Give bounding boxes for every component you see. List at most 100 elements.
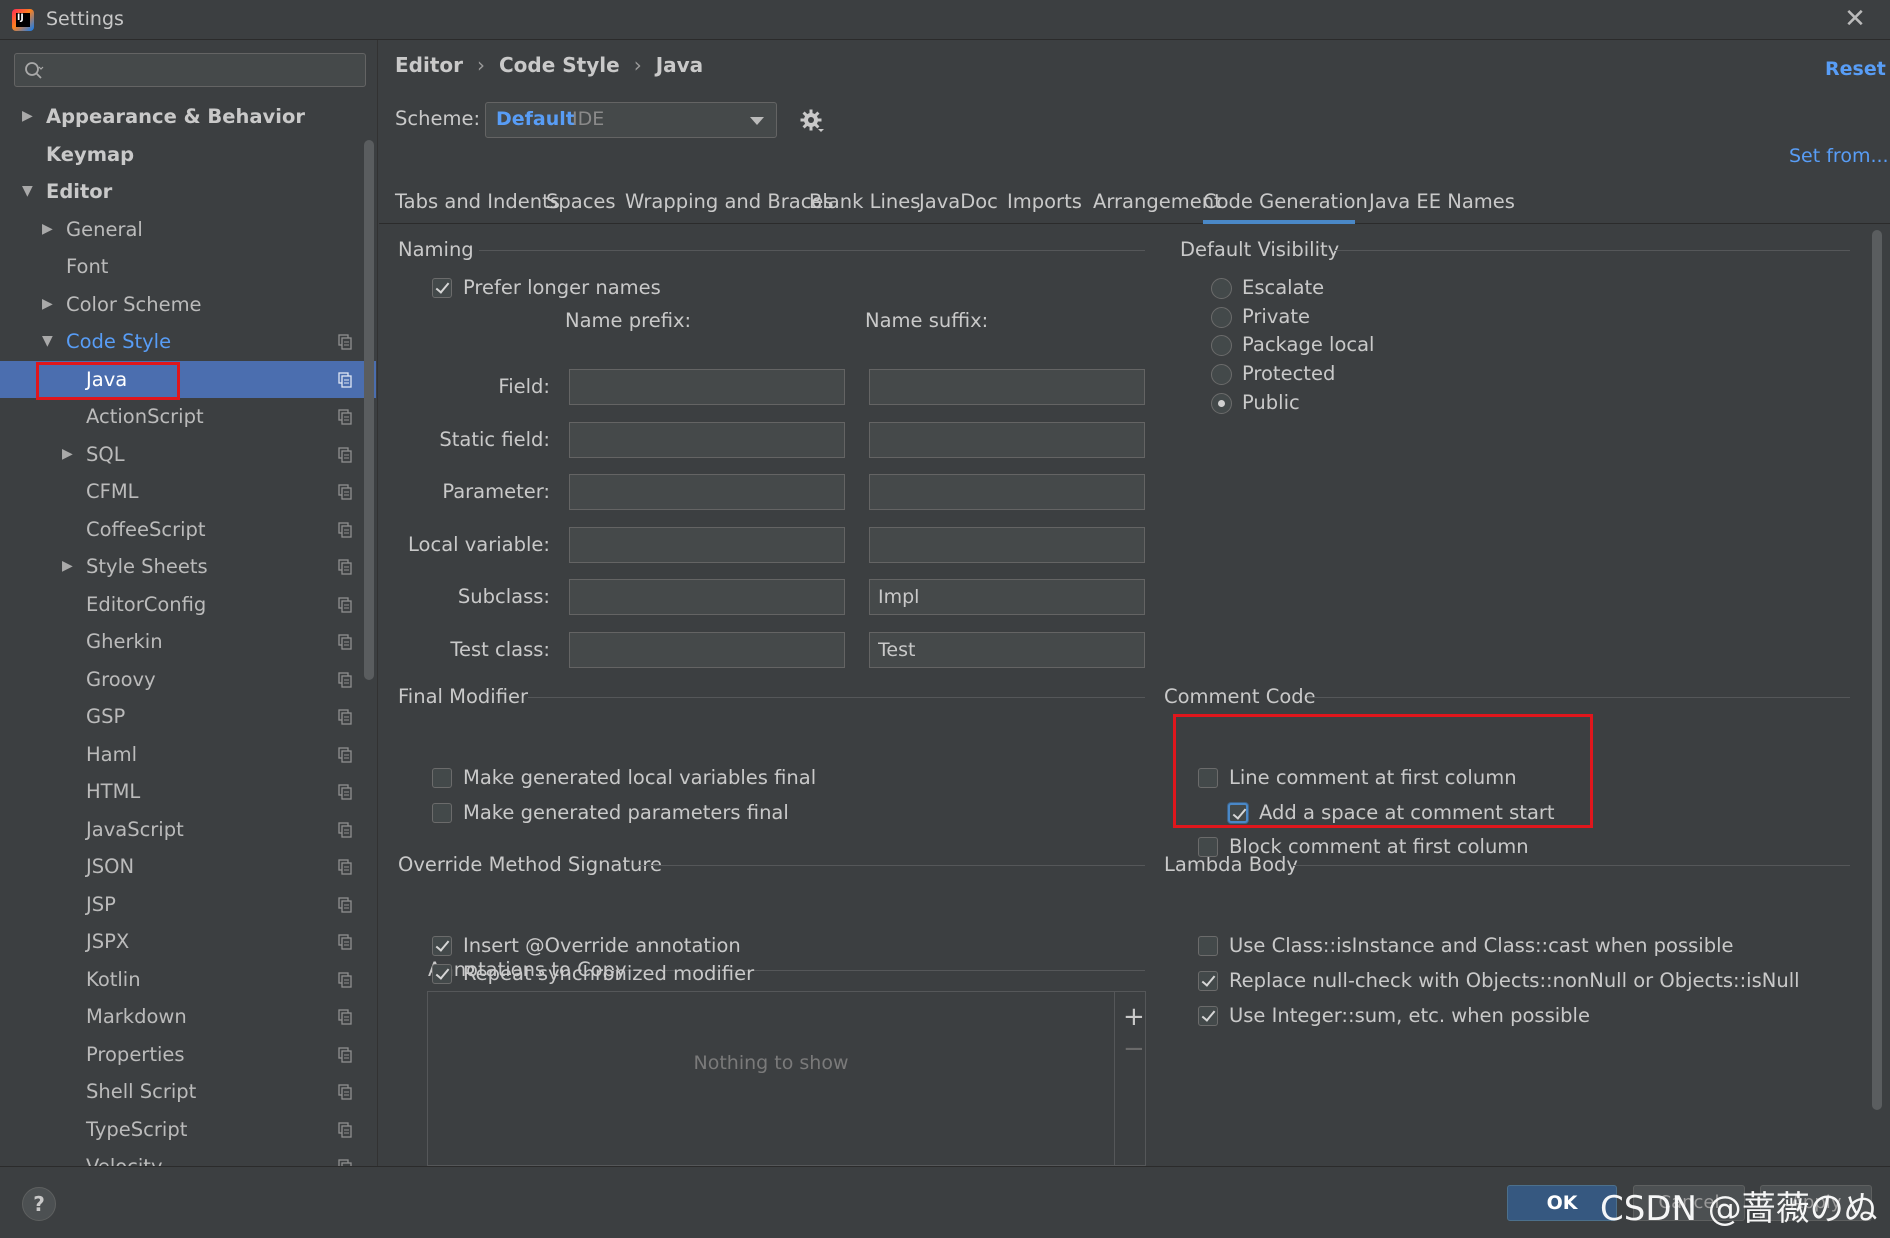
field-prefix-field[interactable] bbox=[569, 369, 845, 405]
test-class-suffix-field[interactable] bbox=[869, 632, 1145, 668]
sidebar-item-sql[interactable]: ▶ SQL bbox=[0, 436, 376, 474]
sidebar-item-coffeescript[interactable]: CoffeeScript bbox=[0, 511, 376, 549]
dialog-button-bar: ? OK Cancel Apply CSDN @蔷薇のぬ bbox=[0, 1166, 1890, 1238]
sidebar-item-keymap[interactable]: Keymap bbox=[0, 136, 376, 174]
field-suffix-field[interactable] bbox=[869, 369, 1145, 405]
make-generated-parameters-final-checkbox[interactable] bbox=[432, 803, 452, 823]
chevron-down-icon[interactable]: ▼ bbox=[42, 323, 58, 361]
reset-link[interactable]: Reset bbox=[1825, 58, 1886, 80]
comment-code-title: Comment Code bbox=[1164, 685, 1316, 708]
sidebar-item-haml[interactable]: Haml bbox=[0, 736, 376, 774]
sidebar-item-shell-script[interactable]: Shell Script bbox=[0, 1073, 376, 1111]
repeat-synchronized-modifier-checkbox[interactable] bbox=[432, 964, 452, 984]
tab-wrapping-and-braces[interactable]: Wrapping and Braces bbox=[625, 182, 834, 224]
block-comment-at-first-column-checkbox[interactable] bbox=[1198, 837, 1218, 857]
line-comment-at-first-column-checkbox[interactable] bbox=[1198, 768, 1218, 788]
section-divider bbox=[528, 697, 1145, 698]
copy-settings-icon bbox=[338, 971, 352, 988]
tab-tabs-and-indents[interactable]: Tabs and Indents bbox=[395, 182, 560, 224]
sidebar-item-kotlin[interactable]: Kotlin bbox=[0, 961, 376, 999]
tab-arrangement[interactable]: Arrangement bbox=[1093, 182, 1222, 224]
static-field-suffix-field[interactable] bbox=[869, 422, 1145, 458]
chevron-down-icon[interactable]: ▼ bbox=[22, 173, 38, 211]
content-scrollbar[interactable] bbox=[1872, 230, 1882, 1110]
tab-code-generation[interactable]: Code Generation bbox=[1203, 182, 1368, 224]
sidebar-item-label: Font bbox=[66, 255, 109, 278]
make-generated-local-variables-final-checkbox[interactable] bbox=[432, 768, 452, 788]
breadcrumb-item-editor[interactable]: Editor bbox=[395, 53, 463, 77]
add-a-space-at-comment-start-checkbox[interactable] bbox=[1228, 802, 1248, 823]
escalate-radio[interactable] bbox=[1211, 278, 1232, 299]
sidebar-item-cfml[interactable]: CFML bbox=[0, 473, 376, 511]
prefer-longer-names-checkbox[interactable] bbox=[432, 278, 452, 298]
tab-blank-lines[interactable]: Blank Lines bbox=[809, 182, 920, 224]
parameter-suffix-field[interactable] bbox=[869, 474, 1145, 510]
sidebar-item-actionscript[interactable]: ActionScript bbox=[0, 398, 376, 436]
sidebar-item-appearance-behavior[interactable]: ▶ Appearance & Behavior bbox=[0, 98, 376, 136]
sidebar-item-editor[interactable]: ▼ Editor bbox=[0, 173, 376, 211]
protected-radio[interactable] bbox=[1211, 364, 1232, 386]
sidebar-item-properties[interactable]: Properties bbox=[0, 1036, 376, 1074]
help-button[interactable]: ? bbox=[22, 1187, 56, 1221]
chevron-right-icon[interactable]: ▶ bbox=[62, 436, 78, 474]
sidebar-item-gsp[interactable]: GSP bbox=[0, 698, 376, 736]
block-comment-at-first-column-label: Block comment at first column bbox=[1229, 835, 1529, 858]
sidebar-item-groovy[interactable]: Groovy bbox=[0, 661, 376, 699]
settings-main-panel: Editor › Code Style › Java Reset Scheme: Def… bbox=[379, 40, 1890, 1167]
annotations-list[interactable]: Nothing to show + − bbox=[427, 991, 1146, 1167]
parameter-prefix-field[interactable] bbox=[569, 474, 845, 510]
static-field-prefix-field[interactable] bbox=[569, 422, 845, 458]
test-class-prefix-field[interactable] bbox=[569, 632, 845, 668]
use-class-isinstance-and-class-cast-when-possible-checkbox[interactable] bbox=[1198, 936, 1218, 956]
sidebar-item-javascript[interactable]: JavaScript bbox=[0, 811, 376, 849]
chevron-right-icon[interactable]: ▶ bbox=[22, 98, 38, 136]
sidebar-item-style-sheets[interactable]: ▶ Style Sheets bbox=[0, 548, 376, 586]
sidebar-item-font[interactable]: Font bbox=[0, 248, 376, 286]
subclass-suffix-field[interactable] bbox=[869, 579, 1145, 615]
tab-imports[interactable]: Imports bbox=[1007, 182, 1082, 224]
settings-search[interactable] bbox=[14, 53, 366, 87]
add-icon[interactable]: + bbox=[1123, 1002, 1145, 1032]
package-local-radio[interactable] bbox=[1211, 335, 1232, 357]
chevron-right-icon[interactable]: ▶ bbox=[62, 548, 78, 586]
sidebar-item-label: ActionScript bbox=[86, 405, 204, 428]
sidebar-item-typescript[interactable]: TypeScript bbox=[0, 1111, 376, 1149]
replace-null-check-with-objects-nonnull-or-objects-isnull-checkbox[interactable] bbox=[1198, 971, 1218, 991]
scheme-dropdown[interactable]: Default IDE bbox=[485, 102, 777, 138]
set-from-link[interactable]: Set from... bbox=[1789, 145, 1889, 167]
copy-settings-icon bbox=[338, 821, 352, 838]
sidebar-item-color-scheme[interactable]: ▶ Color Scheme bbox=[0, 286, 376, 324]
sidebar-item-editorconfig[interactable]: EditorConfig bbox=[0, 586, 376, 624]
search-input[interactable] bbox=[51, 57, 351, 83]
tab-spaces[interactable]: Spaces bbox=[546, 182, 616, 224]
chevron-right-icon[interactable]: ▶ bbox=[42, 286, 58, 324]
gear-icon[interactable] bbox=[799, 108, 825, 134]
sidebar-item-code-style[interactable]: ▼ Code Style bbox=[0, 323, 376, 361]
sidebar-item-gherkin[interactable]: Gherkin bbox=[0, 623, 376, 661]
sidebar-item-jspx[interactable]: JSPX bbox=[0, 923, 376, 961]
sidebar-item-json[interactable]: JSON bbox=[0, 848, 376, 886]
use-integer-sum-etc-when-possible-checkbox[interactable] bbox=[1198, 1006, 1218, 1026]
section-divider bbox=[479, 250, 1145, 251]
tab-javadoc[interactable]: JavaDoc bbox=[919, 182, 998, 224]
insert-override-annotation-checkbox[interactable] bbox=[432, 936, 452, 956]
sidebar-item-html[interactable]: HTML bbox=[0, 773, 376, 811]
sidebar-scrollbar[interactable] bbox=[364, 140, 374, 680]
breadcrumb-item-code-style[interactable]: Code Style bbox=[499, 53, 620, 77]
subclass-prefix-field[interactable] bbox=[569, 579, 845, 615]
local-variable-prefix-field[interactable] bbox=[569, 527, 845, 563]
local-variable-suffix-field[interactable] bbox=[869, 527, 1145, 563]
sidebar-item-general[interactable]: ▶ General bbox=[0, 211, 376, 249]
local-variable-label: Local variable: bbox=[408, 533, 550, 556]
close-icon[interactable]: ✕ bbox=[1840, 4, 1870, 34]
sidebar-item-jsp[interactable]: JSP bbox=[0, 886, 376, 924]
sidebar-item-velocity[interactable]: Velocity bbox=[0, 1148, 376, 1166]
public-radio[interactable] bbox=[1211, 392, 1232, 414]
sidebar-item-label: Properties bbox=[86, 1042, 185, 1066]
sidebar-item-markdown[interactable]: Markdown bbox=[0, 998, 376, 1036]
chevron-right-icon[interactable]: ▶ bbox=[42, 211, 58, 249]
settings-sidebar: ▶ Appearance & Behavior Keymap ▼ Editor ▶ Gene… bbox=[0, 40, 378, 1166]
sidebar-item-label: Gherkin bbox=[86, 630, 163, 653]
tab-java-ee-names[interactable]: Java EE Names bbox=[1369, 182, 1515, 224]
private-radio[interactable] bbox=[1211, 306, 1232, 328]
